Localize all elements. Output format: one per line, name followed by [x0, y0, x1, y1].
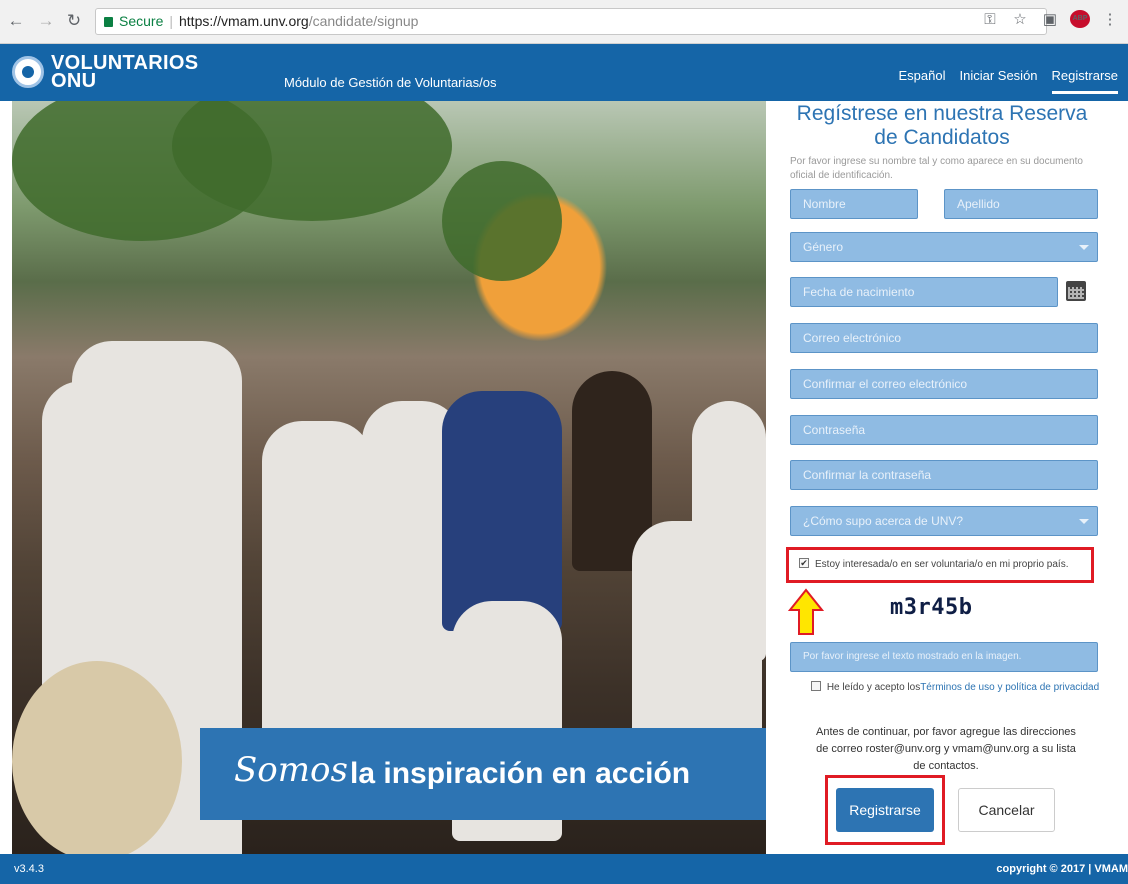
- nav-language[interactable]: Español: [899, 68, 946, 94]
- extension-icon[interactable]: ▣: [1040, 10, 1060, 28]
- top-nav: Español Iniciar Sesión Registrarse: [899, 68, 1118, 94]
- star-icon[interactable]: ☆: [1010, 10, 1030, 28]
- first-name-field[interactable]: Nombre: [790, 189, 918, 219]
- secure-label: Secure: [119, 13, 164, 29]
- logo[interactable]: VOLUNTARIOS ONU: [51, 53, 198, 92]
- back-icon[interactable]: ←: [6, 11, 26, 31]
- adblock-icon[interactable]: ABP: [1070, 10, 1090, 28]
- home-country-checkbox[interactable]: ✔: [799, 558, 809, 569]
- form-hint: Por favor ingrese su nombre tal y como a…: [790, 156, 1083, 181]
- slogan-script: Somos: [234, 750, 348, 790]
- terms-checkbox[interactable]: [810, 681, 821, 692]
- reload-icon[interactable]: ↻: [64, 11, 84, 31]
- last-name-field[interactable]: Apellido: [944, 189, 1098, 219]
- signup-panel: Regístrese en nuestra Reserva de Candida…: [766, 101, 1128, 854]
- browser-toolbar: ← → ↻ Secure | https://vmam.unv.org/candid…: [0, 0, 1128, 44]
- site-header: VOLUNTARIOS ONU Módulo de Gestión de Vol…: [0, 44, 1128, 101]
- arrow-up-icon: [788, 588, 824, 635]
- copyright: copyright © 2017 | VMAM: [996, 863, 1128, 875]
- form-title: Regístrese en nuestra Reserva de Candida…: [796, 102, 1088, 149]
- captcha-image: m3r45b: [890, 595, 973, 620]
- url-path: /candidate/signup: [308, 13, 419, 29]
- forward-icon[interactable]: →: [36, 11, 56, 31]
- terms-link[interactable]: Términos de uso y política de privacidad: [920, 682, 1099, 693]
- gender-select-label: Género: [803, 240, 844, 254]
- email-confirm-field[interactable]: Confirmar el correo electrónico: [790, 369, 1098, 399]
- password-confirm-field[interactable]: Confirmar la contraseña: [790, 460, 1098, 490]
- slogan-text: la inspiración en acción: [350, 757, 691, 790]
- slogan-banner: Somos la inspiración en acción: [200, 728, 766, 820]
- module-title: Módulo de Gestión de Voluntarias/os: [284, 75, 497, 90]
- footer: v3.4.3 copyright © 2017 | VMAM: [0, 854, 1128, 884]
- chevron-down-icon: [1079, 245, 1089, 250]
- url-host: https://vmam.unv.org: [179, 13, 309, 29]
- calendar-icon[interactable]: [1066, 281, 1086, 301]
- address-bar[interactable]: Secure | https://vmam.unv.org/candidate/si…: [95, 8, 1047, 35]
- email-field[interactable]: Correo electrónico: [790, 323, 1098, 353]
- key-icon[interactable]: ⚿: [980, 11, 1000, 28]
- lock-icon: [104, 17, 113, 27]
- contacts-notice: Antes de continuar, por favor agregue la…: [816, 726, 1076, 772]
- terms-prefix: He leído y acepto los: [826, 682, 921, 693]
- home-country-checkbox-row[interactable]: ✔ Estoy interesada/o en ser voluntaria/o …: [786, 547, 1094, 583]
- logo-line-2: ONU: [51, 70, 97, 92]
- captcha-input[interactable]: Por favor ingrese el texto mostrado en l…: [790, 642, 1098, 672]
- chevron-down-icon: [1079, 519, 1089, 524]
- source-select[interactable]: ¿Cómo supo acerca de UNV?: [790, 506, 1098, 536]
- version-label: v3.4.3: [14, 863, 44, 875]
- cancel-button[interactable]: Cancelar: [958, 788, 1055, 832]
- password-field[interactable]: Contraseña: [790, 415, 1098, 445]
- home-country-label: Estoy interesada/o en ser voluntaria/o e…: [815, 559, 1069, 570]
- menu-icon[interactable]: ⋮: [1100, 10, 1120, 28]
- nav-login[interactable]: Iniciar Sesión: [959, 68, 1037, 94]
- birth-date-field[interactable]: Fecha de nacimiento: [790, 277, 1058, 307]
- terms-row: He leído y acepto losTérminos de uso y p…: [810, 681, 1100, 695]
- source-select-label: ¿Cómo supo acerca de UNV?: [803, 514, 964, 528]
- register-button[interactable]: Registrarse: [836, 788, 934, 832]
- gender-select[interactable]: Género: [790, 232, 1098, 262]
- un-emblem-icon: [12, 56, 44, 88]
- register-button-highlight: Registrarse: [825, 775, 945, 845]
- nav-register[interactable]: Registrarse: [1051, 68, 1118, 94]
